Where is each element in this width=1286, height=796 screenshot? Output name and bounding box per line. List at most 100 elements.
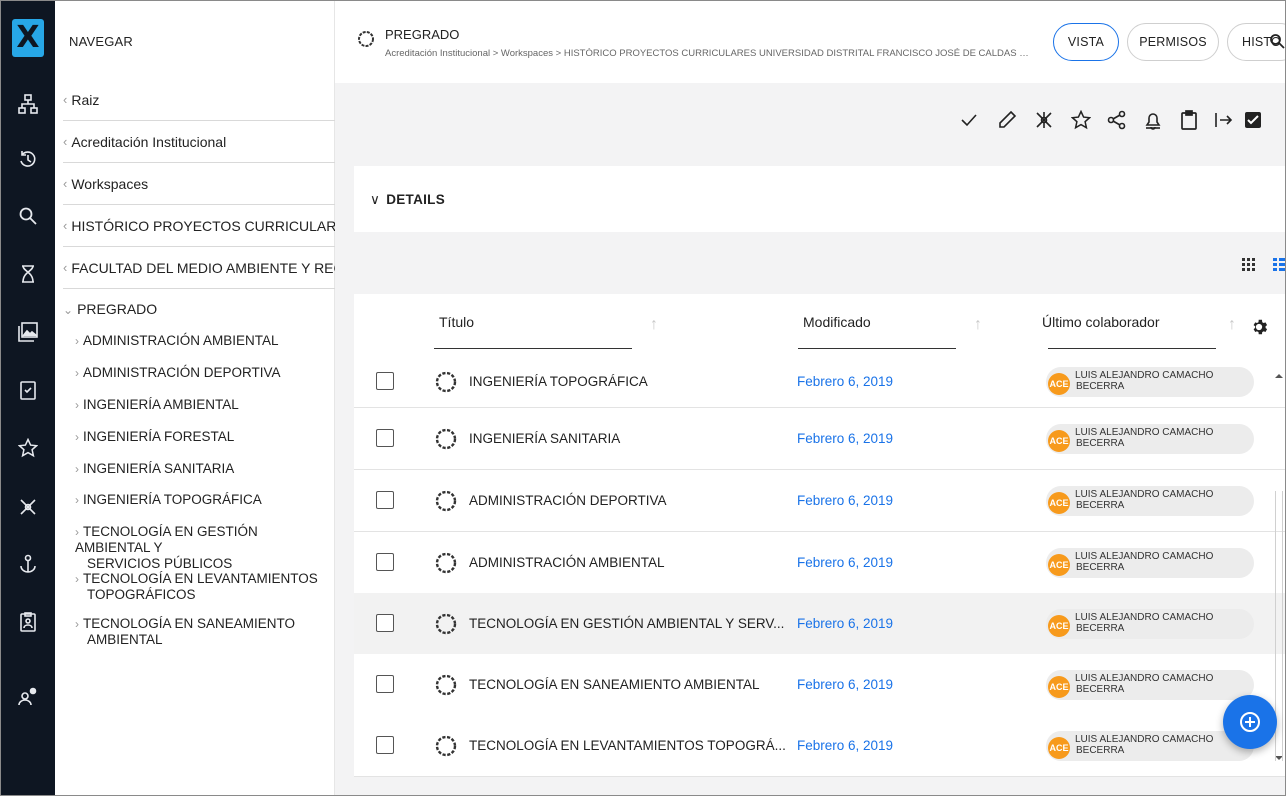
tree-item[interactable]: › ADMINISTRACIÓN AMBIENTAL xyxy=(75,333,330,349)
chevron-right-icon: › xyxy=(75,617,79,631)
tab-vista[interactable]: VISTA xyxy=(1053,23,1119,61)
bell-icon[interactable] xyxy=(1141,105,1165,135)
details-panel[interactable]: ∨ DETAILS xyxy=(354,166,1285,232)
tree-current-label: PREGRADO xyxy=(77,301,158,317)
list-view-icon[interactable] xyxy=(1273,257,1286,273)
gear-icon[interactable] xyxy=(1250,318,1268,336)
column-title[interactable]: Título xyxy=(439,314,474,330)
tree-item[interactable]: › INGENIERÍA TOPOGRÁFICA xyxy=(75,492,330,508)
add-button[interactable] xyxy=(1223,695,1277,749)
row-checkbox[interactable] xyxy=(376,614,394,632)
row-title[interactable]: INGENIERÍA TOPOGRÁFICA xyxy=(469,374,648,389)
checklist-icon[interactable] xyxy=(1,373,55,407)
table-row[interactable]: INGENIERÍA TOPOGRÁFICA Febrero 6, 2019 ACE… xyxy=(354,351,1285,408)
hierarchy-icon[interactable] xyxy=(1,87,55,121)
star-icon[interactable] xyxy=(1069,105,1093,135)
row-checkbox[interactable] xyxy=(376,372,394,390)
chevron-right-icon: › xyxy=(75,462,79,476)
checkbox-checked-icon[interactable] xyxy=(1241,105,1265,135)
network-icon[interactable] xyxy=(1032,105,1056,135)
row-title[interactable]: TECNOLOGÍA EN LEVANTAMIENTOS TOPOGRÁ... xyxy=(469,738,786,753)
table-row[interactable]: TECNOLOGÍA EN GESTIÓN AMBIENTAL Y SERV..… xyxy=(354,593,1285,655)
sort-arrow-icon[interactable]: ↑ xyxy=(974,316,982,334)
page-title: PREGRADO xyxy=(385,27,460,42)
star-icon[interactable] xyxy=(1,431,55,465)
row-checkbox[interactable] xyxy=(376,553,394,571)
tree-item-label: INGENIERÍA SANITARIA xyxy=(83,461,235,476)
column-modified[interactable]: Modificado xyxy=(803,314,871,330)
breadcrumb-label: Acreditación Institucional xyxy=(71,133,227,150)
tree-item[interactable]: › TECNOLOGÍA EN SANEAMIENTO AMBIENTAL xyxy=(75,616,330,648)
table-row[interactable]: ADMINISTRACIÓN DEPORTIVA Febrero 6, 2019 A… xyxy=(354,470,1285,532)
navigator-title: NAVEGAR xyxy=(69,34,134,49)
row-title[interactable]: INGENIERÍA SANITARIA xyxy=(469,431,620,446)
row-checkbox[interactable] xyxy=(376,491,394,509)
column-collaborator[interactable]: Último colaborador xyxy=(1042,314,1160,330)
breadcrumb-path[interactable]: Acreditación Institucional > Workspaces … xyxy=(385,48,1031,59)
navigator-panel: NAVEGAR ‹ Raiz ‹ Acreditación Instituciona… xyxy=(55,1,335,795)
tree-item[interactable]: › TECNOLOGÍA EN GESTIÓN AMBIENTAL Y SERVIC… xyxy=(75,524,330,572)
row-checkbox[interactable] xyxy=(376,429,394,447)
chevron-down-icon: ⌄ xyxy=(63,303,74,317)
pencil-icon[interactable] xyxy=(995,105,1019,135)
hourglass-icon[interactable] xyxy=(1,257,55,291)
search-icon[interactable] xyxy=(1269,33,1285,49)
gallery-icon[interactable] xyxy=(1,315,55,349)
chevron-right-icon: › xyxy=(75,334,79,348)
breadcrumb-raiz[interactable]: ‹ Raiz xyxy=(63,79,335,121)
row-title[interactable]: ADMINISTRACIÓN DEPORTIVA xyxy=(469,493,667,508)
anchor-user-icon[interactable] xyxy=(1,547,55,581)
grid-view-icon[interactable] xyxy=(1241,257,1257,273)
check-icon[interactable] xyxy=(957,105,981,135)
row-title[interactable]: ADMINISTRACIÓN AMBIENTAL xyxy=(469,555,665,570)
breadcrumb-workspaces[interactable]: ‹ Workspaces xyxy=(63,163,335,205)
tree-item[interactable]: › INGENIERÍA FORESTAL xyxy=(75,429,330,445)
clipboard-icon[interactable] xyxy=(1177,105,1201,135)
search-icon[interactable] xyxy=(1,199,55,233)
collaborator-chip[interactable]: ACE LUIS ALEJANDRO CAMACHO BECERRA xyxy=(1046,670,1254,700)
scroll-up-icon[interactable] xyxy=(1275,372,1283,380)
app-logo[interactable]: X xyxy=(12,19,44,57)
collaborator-name: LUIS ALEJANDRO CAMACHO BECERRA xyxy=(1075,734,1250,756)
chevron-left-icon: ‹ xyxy=(63,92,68,107)
sort-arrow-icon[interactable]: ↑ xyxy=(1228,316,1236,334)
tree-item[interactable]: › INGENIERÍA AMBIENTAL xyxy=(75,397,330,413)
collaborator-chip[interactable]: ACE LUIS ALEJANDRO CAMACHO BECERRA xyxy=(1046,609,1254,639)
collaborator-chip[interactable]: ACE LUIS ALEJANDRO CAMACHO BECERRA xyxy=(1046,548,1254,578)
export-icon[interactable] xyxy=(1211,105,1235,135)
row-title[interactable]: TECNOLOGÍA EN GESTIÓN AMBIENTAL Y SERV..… xyxy=(469,616,784,631)
share-icon[interactable] xyxy=(1105,105,1129,135)
tree-current-node[interactable]: ⌄ PREGRADO xyxy=(63,301,157,317)
table-row[interactable]: INGENIERÍA SANITARIA Febrero 6, 2019 ACE LU… xyxy=(354,408,1285,470)
tree-item[interactable]: › INGENIERÍA SANITARIA xyxy=(75,461,330,477)
history-icon[interactable] xyxy=(1,142,55,176)
tab-permisos[interactable]: PERMISOS xyxy=(1127,23,1219,61)
row-checkbox[interactable] xyxy=(376,675,394,693)
collaborator-name: LUIS ALEJANDRO CAMACHO BECERRA xyxy=(1075,551,1250,573)
breadcrumb-acreditacion[interactable]: ‹ Acreditación Institucional xyxy=(63,121,335,163)
breadcrumb-historico[interactable]: ‹HISTÓRICO PROYECTOS CURRICULARES U... xyxy=(63,205,335,247)
tree-item[interactable]: › TECNOLOGÍA EN LEVANTAMIENTOS TOPOGRÁFICO… xyxy=(75,571,330,603)
chevron-right-icon: › xyxy=(75,430,79,444)
network-icon[interactable] xyxy=(1,490,55,524)
column-collaborator-underline xyxy=(1048,348,1216,349)
clipboard-id-icon[interactable] xyxy=(1,605,55,639)
tree-item[interactable]: › ADMINISTRACIÓN DEPORTIVA xyxy=(75,365,330,381)
row-title[interactable]: TECNOLOGÍA EN SANEAMIENTO AMBIENTAL xyxy=(469,677,760,692)
chevron-left-icon: ‹ xyxy=(63,176,68,191)
table-row[interactable]: TECNOLOGÍA EN LEVANTAMIENTOS TOPOGRÁ... F… xyxy=(354,715,1285,777)
collaborator-chip[interactable]: ACE LUIS ALEJANDRO CAMACHO BECERRA xyxy=(1046,486,1254,516)
user-settings-icon[interactable] xyxy=(1,679,55,713)
table-row[interactable]: ADMINISTRACIÓN AMBIENTAL Febrero 6, 2019 A… xyxy=(354,532,1285,594)
details-toggle[interactable]: ∨ DETAILS xyxy=(370,192,445,208)
sort-arrow-icon[interactable]: ↑ xyxy=(650,316,658,334)
row-checkbox[interactable] xyxy=(376,736,394,754)
tree-item-label: INGENIERÍA TOPOGRÁFICA xyxy=(83,492,262,507)
table-row[interactable]: TECNOLOGÍA EN SANEAMIENTO AMBIENTAL Febre… xyxy=(354,654,1285,716)
collaborator-chip[interactable]: ACE LUIS ALEJANDRO CAMACHO BECERRA xyxy=(1046,367,1254,397)
collaborator-chip[interactable]: ACE LUIS ALEJANDRO CAMACHO BECERRA xyxy=(1046,424,1254,454)
breadcrumb-facultad[interactable]: ‹FACULTAD DEL MEDIO AMBIENTE Y RECU... xyxy=(63,247,335,289)
avatar: ACE xyxy=(1048,554,1070,576)
collaborator-name-line2: BECERRA xyxy=(1076,623,1125,634)
collaborator-chip[interactable]: ACE LUIS ALEJANDRO CAMACHO BECERRA xyxy=(1046,731,1254,761)
